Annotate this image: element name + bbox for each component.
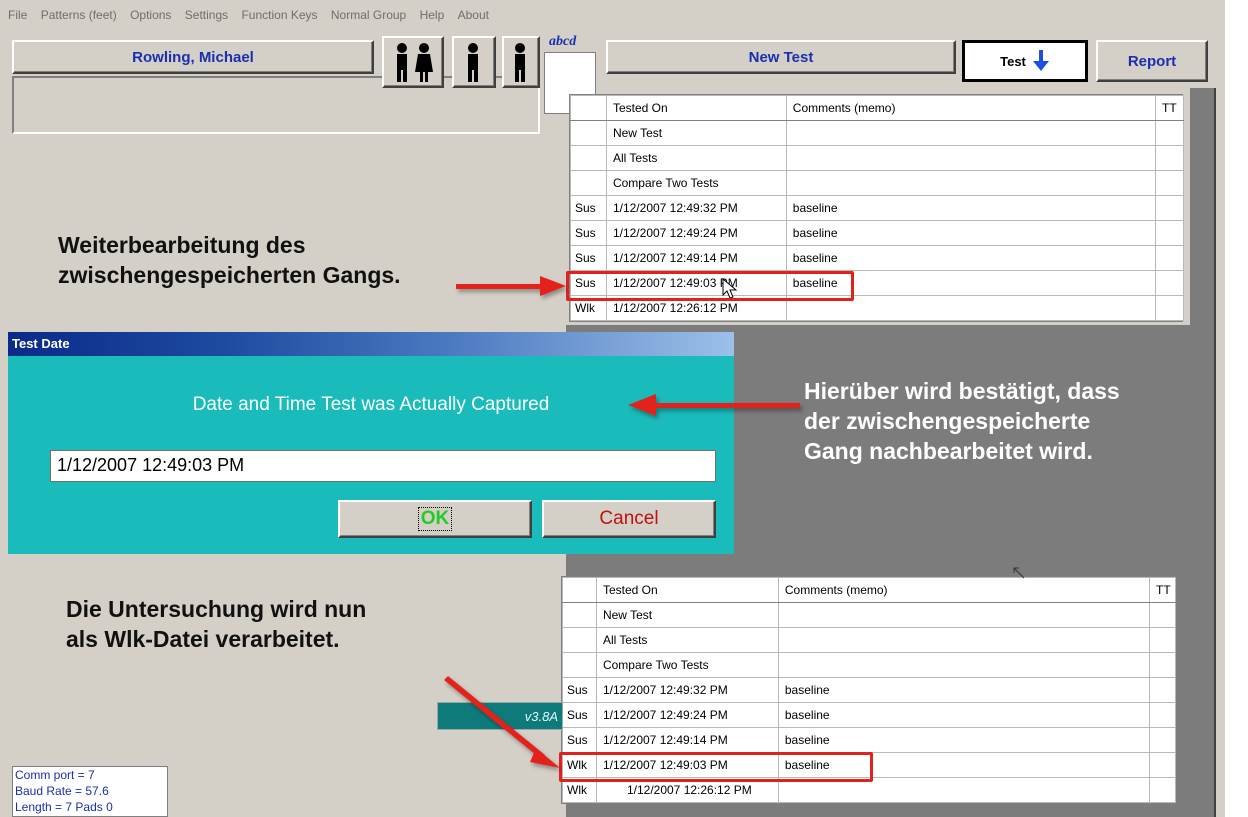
annotation-arrows xyxy=(444,276,800,768)
arrow-left-icon xyxy=(628,394,800,416)
arrow-diagonal-icon xyxy=(444,676,560,768)
arrow-right-icon xyxy=(456,276,566,296)
